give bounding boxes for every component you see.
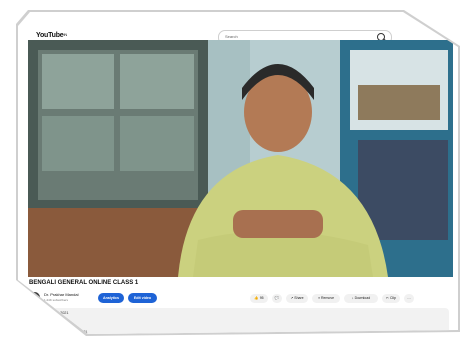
download-label: Download	[354, 296, 371, 300]
share-label: Share	[294, 296, 304, 300]
video-title: BENGALI GENERAL ONLINE CLASS 1	[29, 280, 139, 286]
subscriber-count: 1.24K subscribers	[44, 298, 69, 302]
edit-video-button[interactable]: Edit video	[128, 293, 157, 303]
download-button[interactable]: ↓ Download	[344, 294, 378, 303]
like-count: 95	[259, 296, 264, 300]
search-placeholder: Search	[225, 34, 238, 39]
description-line-2: বাংলা	[53, 325, 62, 329]
scissors-icon: ✂	[386, 296, 389, 300]
share-button[interactable]: ↗ Share	[286, 294, 308, 303]
video-frame	[28, 40, 453, 277]
thumbs-up-icon: 👍	[254, 296, 259, 300]
more-actions-button[interactable]: …	[404, 294, 414, 303]
remove-button[interactable]: ≡ Remove	[312, 294, 340, 303]
analytics-button[interactable]: Analytics	[98, 293, 124, 303]
youtube-logo[interactable]: YouTubeIN	[36, 32, 67, 39]
comment-icon: 💬	[274, 296, 280, 300]
remove-label: Remove	[320, 296, 335, 300]
clip-button[interactable]: ✂ Clip	[382, 294, 400, 303]
logo-region: IN	[63, 32, 68, 37]
share-icon: ↗	[290, 296, 294, 300]
description-line-1: Hey	[53, 318, 60, 322]
comment-button[interactable]: 💬	[272, 294, 282, 303]
channel-name[interactable]: Dr. Prakhar Mandal	[44, 292, 78, 297]
video-player[interactable]	[28, 40, 453, 277]
clip-label: Clip	[389, 296, 396, 300]
like-button[interactable]: 👍 95	[250, 294, 268, 303]
remove-icon: ≡	[317, 296, 320, 300]
download-icon: ↓	[351, 296, 354, 300]
logo-text: YouTube	[36, 32, 64, 39]
youtube-watch-page: YouTubeIN Search BENGALI GENERAL ONLINE …	[18, 12, 458, 334]
